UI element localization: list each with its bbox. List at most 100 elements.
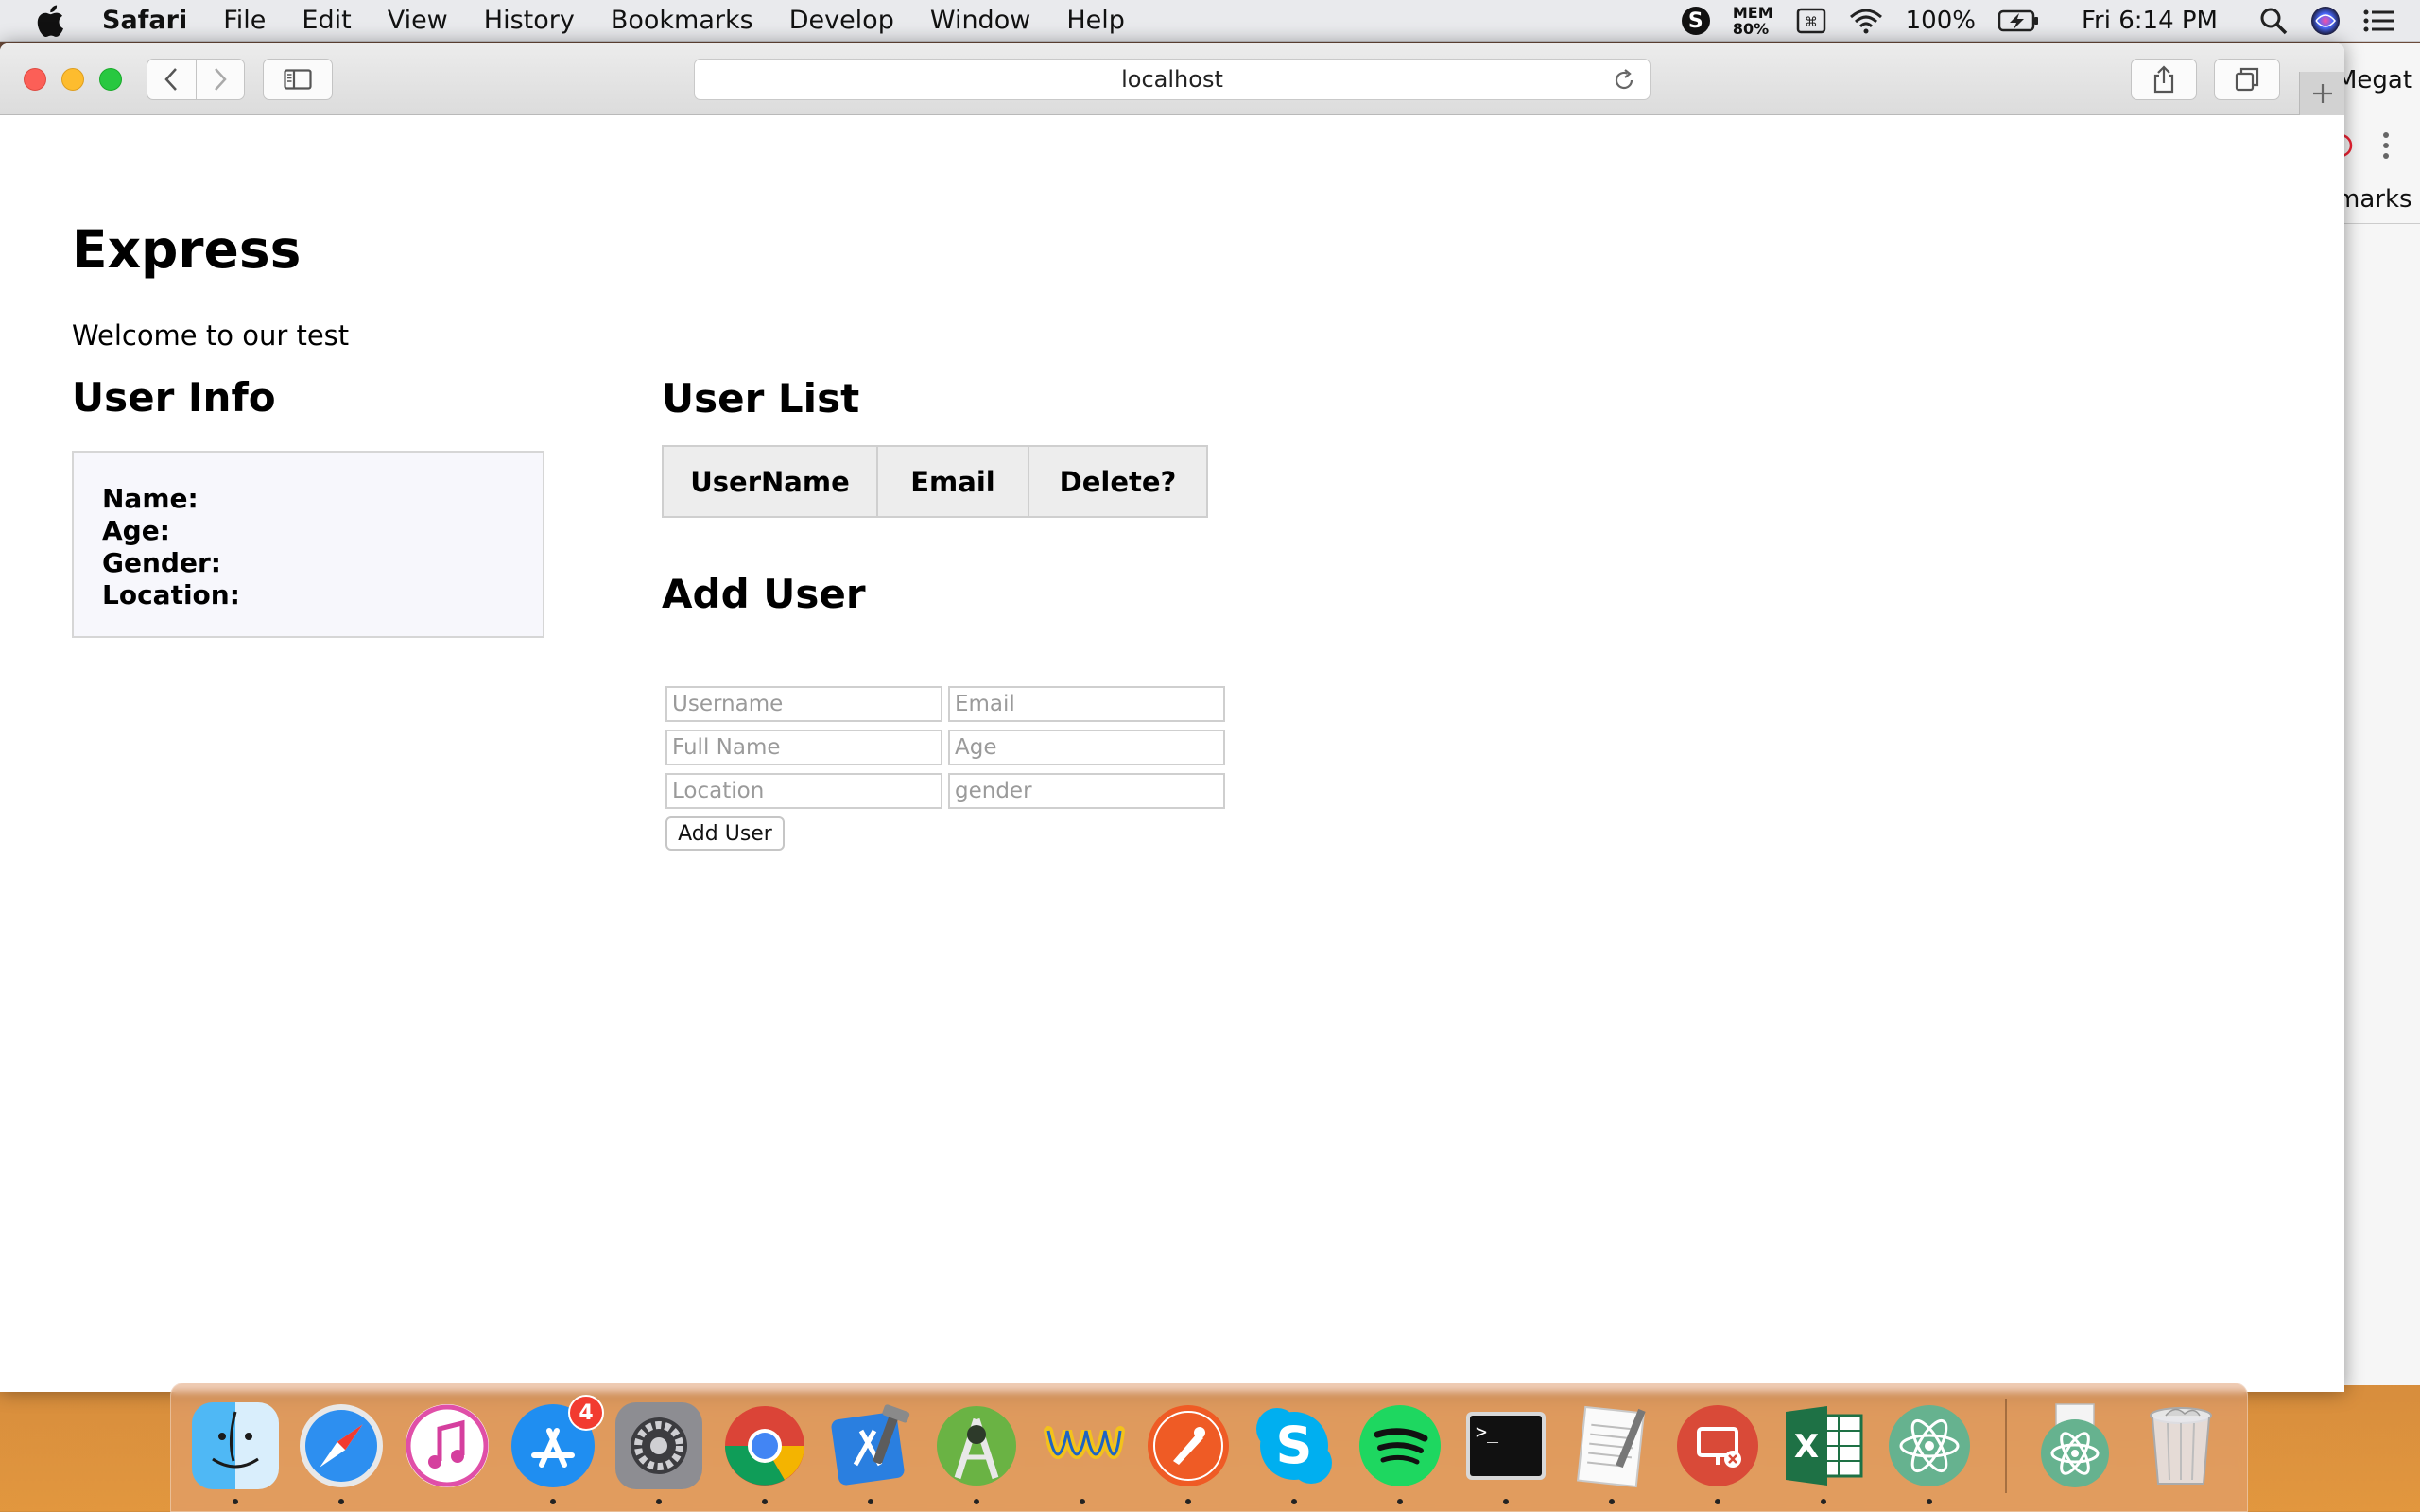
dock-textedit[interactable] [1568, 1402, 1655, 1504]
atom-document-icon [2041, 1403, 2109, 1487]
svg-text:X: X [1794, 1428, 1819, 1466]
gender-input[interactable] [948, 773, 1225, 809]
memory-value: 80% [1732, 20, 1770, 38]
name-label: Name: [102, 483, 199, 514]
more-vertical-icon[interactable] [2381, 130, 2391, 161]
menu-help[interactable]: Help [1066, 6, 1125, 35]
menu-window[interactable]: Window [930, 6, 1030, 35]
dock-safari[interactable] [298, 1402, 385, 1504]
menubar-clock[interactable]: Fri 6:14 PM [2082, 7, 2218, 35]
column-header-username: UserName [664, 447, 878, 516]
dock-separator [2005, 1399, 2007, 1493]
share-icon [2153, 65, 2174, 94]
skype-status-icon[interactable]: S [1681, 7, 1710, 35]
postman-icon [1148, 1405, 1229, 1486]
user-list-table: UserName Email Delete? [662, 445, 1208, 518]
reload-icon[interactable] [1612, 68, 1636, 93]
siri-icon[interactable] [2310, 6, 2341, 36]
menu-view[interactable]: View [388, 6, 448, 35]
menu-bar: Safari File Edit View History Bookmarks … [0, 0, 2420, 42]
fullname-input[interactable] [666, 730, 942, 765]
share-button[interactable] [2131, 59, 2197, 100]
add-user-button[interactable]: Add User [666, 816, 785, 850]
safari-compass-icon [300, 1404, 383, 1487]
username-input[interactable] [666, 686, 942, 722]
email-input[interactable] [948, 686, 1225, 722]
back-button[interactable] [147, 60, 196, 99]
dock-finder[interactable] [192, 1402, 279, 1504]
zoom-window-button[interactable] [99, 68, 122, 91]
location-label: Location: [102, 579, 240, 610]
running-indicator [1397, 1499, 1403, 1504]
dock-xcode[interactable] [827, 1402, 914, 1504]
dock-terminal[interactable]: >_ [1462, 1402, 1549, 1504]
dock-itunes[interactable] [404, 1402, 491, 1489]
chevron-left-icon [164, 68, 178, 91]
page-title: Express [72, 219, 302, 280]
dock-app-store[interactable]: 4 [510, 1395, 604, 1504]
dock-postman[interactable] [1145, 1402, 1232, 1504]
battery-percent[interactable]: 100% [1906, 7, 1976, 35]
remote-desktop-icon [1677, 1405, 1758, 1486]
finder-icon [212, 1411, 259, 1469]
dock-remote-desktop[interactable] [1674, 1402, 1761, 1504]
tab-overview-button[interactable] [2214, 59, 2280, 100]
running-indicator [233, 1499, 238, 1504]
menu-develop[interactable]: Develop [789, 6, 894, 35]
plus-icon [2312, 84, 2332, 103]
column-header-delete: Delete? [1059, 465, 1177, 498]
welcome-text: Welcome to our test [72, 319, 350, 352]
running-indicator [868, 1499, 873, 1504]
running-indicator [550, 1499, 556, 1504]
age-input[interactable] [948, 730, 1225, 765]
add-user-heading: Add User [662, 571, 866, 617]
menu-history[interactable]: History [484, 6, 575, 35]
menu-edit[interactable]: Edit [302, 6, 351, 35]
wifi-icon[interactable] [1849, 8, 1883, 34]
running-indicator [1821, 1499, 1826, 1504]
dock-spotify[interactable] [1357, 1402, 1443, 1504]
background-bookmarks-label[interactable]: marks [2336, 185, 2412, 214]
forward-button[interactable] [195, 60, 244, 99]
dock-chrome[interactable] [721, 1402, 808, 1504]
close-window-button[interactable] [24, 68, 46, 91]
spotlight-search-icon[interactable] [2259, 7, 2288, 35]
dock-atom[interactable] [1886, 1402, 1973, 1504]
dock-excel[interactable]: X [1780, 1402, 1867, 1504]
dock-system-preferences[interactable] [615, 1402, 702, 1504]
running-indicator [1927, 1499, 1932, 1504]
dock-fetch[interactable] [1039, 1402, 1126, 1504]
column-header-email: Email [878, 447, 1029, 516]
svg-text:S: S [1276, 1416, 1313, 1475]
dock-android-studio[interactable] [933, 1402, 1020, 1504]
dock-atom-document[interactable] [2031, 1402, 2118, 1489]
dock-skype[interactable]: S [1251, 1402, 1338, 1504]
textedit-icon [1576, 1405, 1646, 1488]
sidebar-toggle-button[interactable] [263, 59, 333, 100]
minimize-window-button[interactable] [61, 68, 84, 91]
running-indicator [656, 1499, 662, 1504]
fetch-icon [1044, 1426, 1125, 1459]
apple-icon[interactable] [36, 5, 74, 37]
new-tab-button[interactable] [2299, 72, 2344, 115]
web-content: Express Welcome to our test User Info Na… [0, 115, 2344, 1392]
menu-bookmarks[interactable]: Bookmarks [611, 6, 753, 35]
notification-center-icon[interactable] [2363, 9, 2395, 33]
location-input[interactable] [666, 773, 942, 809]
sidebar-icon [284, 69, 312, 90]
menu-safari[interactable]: Safari [102, 6, 187, 35]
address-bar[interactable]: localhost [694, 59, 1651, 100]
running-indicator [974, 1499, 979, 1504]
browser-toolbar: localhost [0, 43, 2344, 115]
keyboard-viewer-icon[interactable]: ⌘ [1796, 8, 1826, 34]
skype-icon: S [1256, 1408, 1332, 1484]
memory-indicator[interactable]: MEM 80% [1733, 5, 1773, 37]
spotify-icon [1359, 1405, 1441, 1486]
battery-charging-icon[interactable] [1997, 9, 2040, 32]
dock: 4 S >_ X [170, 1383, 2248, 1512]
background-tab-title[interactable]: Megat [2336, 66, 2412, 94]
menu-file[interactable]: File [223, 6, 266, 35]
dock-trash[interactable] [2137, 1402, 2224, 1489]
svg-text:>_: >_ [1476, 1420, 1499, 1443]
gender-label: Gender: [102, 547, 221, 578]
